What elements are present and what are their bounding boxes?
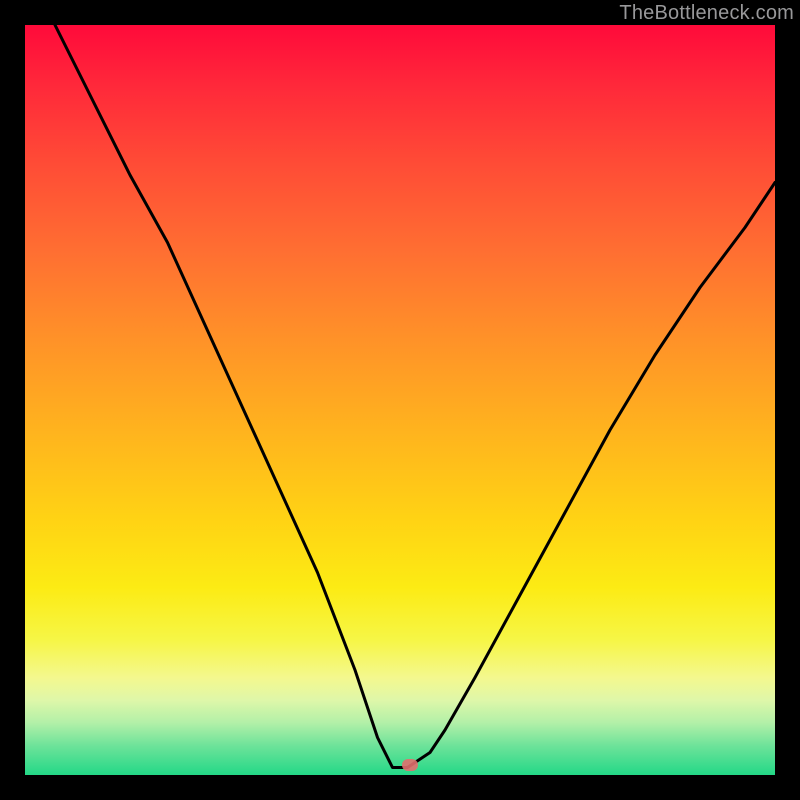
plot-area (25, 25, 775, 775)
curve-line (55, 25, 775, 768)
watermark-text: TheBottleneck.com (619, 2, 794, 25)
curve-svg (25, 25, 775, 775)
curve-min-marker (402, 759, 418, 771)
chart-frame: TheBottleneck.com (0, 0, 800, 800)
